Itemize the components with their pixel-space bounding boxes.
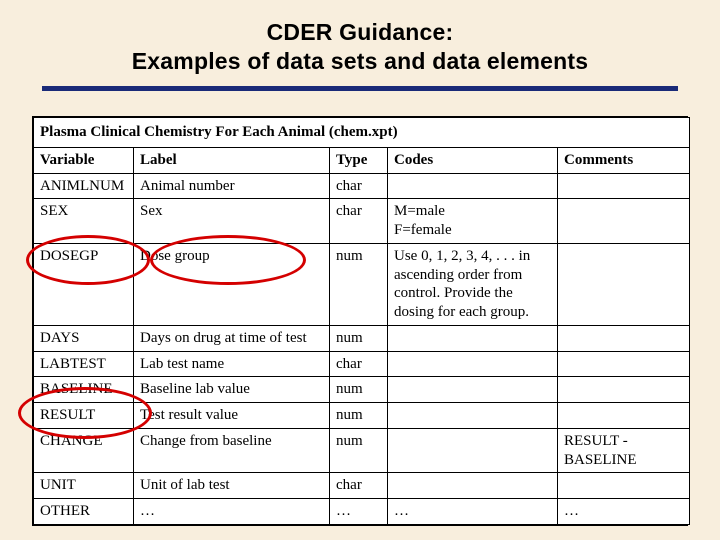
cell-label: Test result value — [134, 403, 330, 429]
cell-codes — [388, 428, 558, 473]
cell-comments — [558, 173, 690, 199]
cell-codes — [388, 325, 558, 351]
cell-codes: M=male F=female — [388, 199, 558, 244]
cell-label: Dose group — [134, 243, 330, 325]
cell-comments — [558, 351, 690, 377]
cell-variable: DOSEGP — [34, 243, 134, 325]
cell-label: Change from baseline — [134, 428, 330, 473]
cell-variable: RESULT — [34, 403, 134, 429]
col-type: Type — [330, 147, 388, 173]
table-row: SEX Sex char M=male F=female — [34, 199, 690, 244]
title-underline — [42, 86, 678, 91]
cell-type: … — [330, 499, 388, 525]
table-section-title-row: Plasma Clinical Chemistry For Each Anima… — [34, 118, 690, 148]
cell-comments — [558, 377, 690, 403]
cell-type: char — [330, 351, 388, 377]
cell-type: char — [330, 199, 388, 244]
title-line-1: CDER Guidance: — [267, 19, 454, 45]
table-row: UNIT Unit of lab test char — [34, 473, 690, 499]
table-header-row: Variable Label Type Codes Comments — [34, 147, 690, 173]
cell-label: Lab test name — [134, 351, 330, 377]
cell-variable: OTHER — [34, 499, 134, 525]
cell-variable: DAYS — [34, 325, 134, 351]
cell-codes — [388, 403, 558, 429]
cell-codes — [388, 377, 558, 403]
table-row: CHANGE Change from baseline num RESULT -… — [34, 428, 690, 473]
cell-label: Unit of lab test — [134, 473, 330, 499]
cell-codes — [388, 351, 558, 377]
cell-label: Animal number — [134, 173, 330, 199]
col-comments: Comments — [558, 147, 690, 173]
cell-variable: ANIMLNUM — [34, 173, 134, 199]
cell-type: char — [330, 173, 388, 199]
cell-codes: … — [388, 499, 558, 525]
slide: CDER Guidance: Examples of data sets and… — [0, 0, 720, 540]
cell-comments — [558, 243, 690, 325]
title-line-2: Examples of data sets and data elements — [132, 48, 588, 74]
cell-comments — [558, 473, 690, 499]
cell-comments: RESULT - BASELINE — [558, 428, 690, 473]
cell-label: Sex — [134, 199, 330, 244]
cell-type: num — [330, 243, 388, 325]
cell-type: num — [330, 403, 388, 429]
cell-variable: LABTEST — [34, 351, 134, 377]
data-table: Plasma Clinical Chemistry For Each Anima… — [33, 117, 690, 525]
cell-label: Baseline lab value — [134, 377, 330, 403]
cell-codes — [388, 473, 558, 499]
col-codes: Codes — [388, 147, 558, 173]
cell-label: … — [134, 499, 330, 525]
cell-variable: CHANGE — [34, 428, 134, 473]
cell-type: num — [330, 325, 388, 351]
cell-comments: … — [558, 499, 690, 525]
table-row: DOSEGP Dose group num Use 0, 1, 2, 3, 4,… — [34, 243, 690, 325]
cell-label: Days on drug at time of test — [134, 325, 330, 351]
cell-type: char — [330, 473, 388, 499]
table-row: LABTEST Lab test name char — [34, 351, 690, 377]
table-row: ANIMLNUM Animal number char — [34, 173, 690, 199]
cell-variable: UNIT — [34, 473, 134, 499]
col-label: Label — [134, 147, 330, 173]
cell-type: num — [330, 428, 388, 473]
table-row: BASELINE Baseline lab value num — [34, 377, 690, 403]
cell-variable: BASELINE — [34, 377, 134, 403]
data-table-container: Plasma Clinical Chemistry For Each Anima… — [32, 116, 688, 526]
table-row: OTHER … … … … — [34, 499, 690, 525]
cell-variable: SEX — [34, 199, 134, 244]
cell-comments — [558, 403, 690, 429]
cell-comments — [558, 199, 690, 244]
table-section-title: Plasma Clinical Chemistry For Each Anima… — [34, 118, 690, 148]
cell-codes — [388, 173, 558, 199]
table-row: DAYS Days on drug at time of test num — [34, 325, 690, 351]
slide-title: CDER Guidance: Examples of data sets and… — [0, 18, 720, 76]
col-variable: Variable — [34, 147, 134, 173]
cell-comments — [558, 325, 690, 351]
cell-codes: Use 0, 1, 2, 3, 4, . . . in ascending or… — [388, 243, 558, 325]
cell-type: num — [330, 377, 388, 403]
table-row: RESULT Test result value num — [34, 403, 690, 429]
